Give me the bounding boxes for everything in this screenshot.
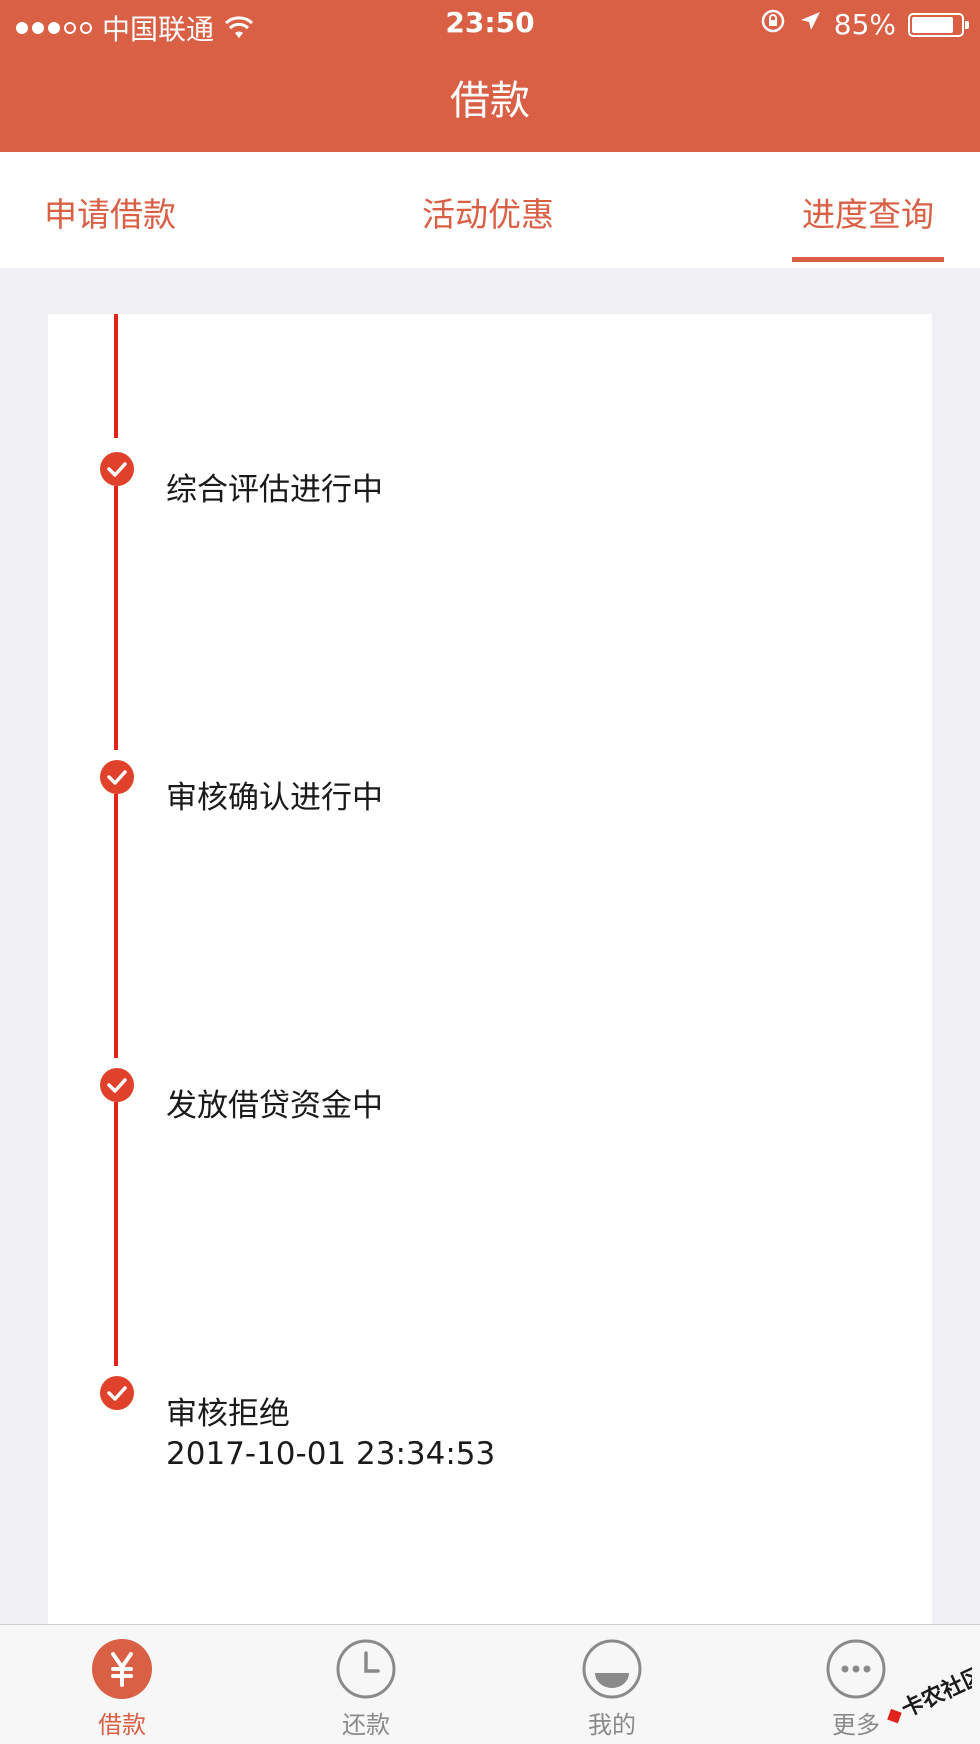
timeline-step-label: 发放借贷资金中 xyxy=(166,1088,383,1124)
tabbar-item-mine[interactable]: 我的 xyxy=(562,1639,662,1740)
battery-percent: 85% xyxy=(833,8,896,41)
tab-promotions[interactable]: 活动优惠 xyxy=(422,188,554,236)
watermark-logo: 卡农社区 xyxy=(876,1662,980,1734)
battery-fill xyxy=(912,16,953,33)
clock-icon xyxy=(336,1639,396,1699)
timeline-line xyxy=(114,794,118,1058)
check-circle-icon xyxy=(100,452,134,486)
location-arrow-icon xyxy=(798,8,822,41)
progress-card: 综合评估进行中 审核确认进行中 发放借贷资金中 审核拒绝 2017-10-01 … xyxy=(48,314,932,1624)
profile-icon xyxy=(582,1639,642,1699)
timeline-step-label: 综合评估进行中 xyxy=(166,472,383,508)
tabbar-item-loan[interactable]: 借款 xyxy=(72,1639,172,1740)
watermark-text: 卡农社区 xyxy=(898,1664,972,1723)
tabbar-label: 还款 xyxy=(342,1711,390,1739)
bottom-tab-bar: 借款 还款 我的 更多 xyxy=(0,1624,980,1744)
header: 中国联通 23:50 85% 借款 xyxy=(0,0,980,152)
status-bar: 中国联通 23:50 85% xyxy=(0,0,980,50)
yen-icon xyxy=(92,1639,152,1699)
orientation-lock-icon xyxy=(760,8,786,41)
segment-tabs: 申请借款 活动优惠 进度查询 xyxy=(0,152,980,268)
check-circle-icon xyxy=(100,1068,134,1102)
battery-icon xyxy=(908,12,969,37)
tab-apply-loan[interactable]: 申请借款 xyxy=(44,188,176,236)
tabbar-label: 借款 xyxy=(98,1711,146,1739)
timeline-line xyxy=(114,1102,118,1366)
status-right: 85% xyxy=(760,8,969,41)
check-circle-icon xyxy=(100,760,134,794)
timeline-step-label: 审核拒绝 xyxy=(166,1396,290,1432)
timeline-line xyxy=(114,314,118,438)
check-circle-icon xyxy=(100,1376,134,1410)
tabbar-item-repay[interactable]: 还款 xyxy=(316,1639,416,1740)
tabbar-label: 我的 xyxy=(588,1711,636,1739)
active-tab-indicator xyxy=(792,257,944,262)
timeline-line xyxy=(114,486,118,750)
timeline-step-timestamp: 2017-10-01 23:34:53 xyxy=(166,1436,496,1472)
page-title: 借款 xyxy=(450,78,530,124)
timeline-step-label: 审核确认进行中 xyxy=(166,780,383,816)
tab-progress-query[interactable]: 进度查询 xyxy=(802,188,934,236)
